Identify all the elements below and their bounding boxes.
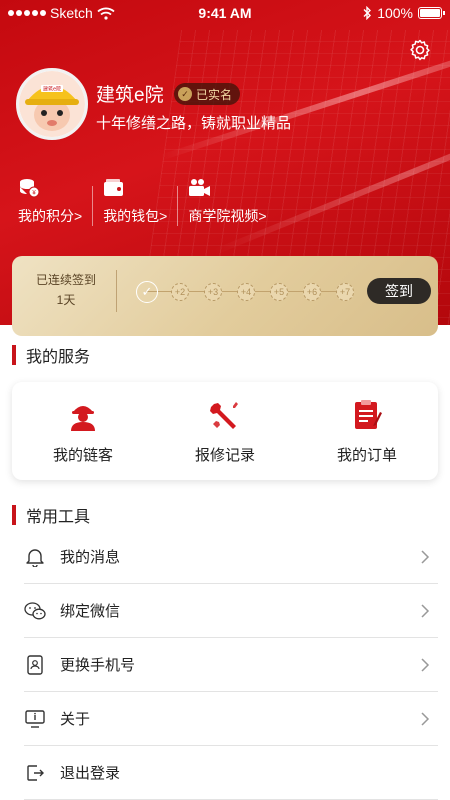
points-label: 我的积分>	[18, 208, 83, 224]
username: 建筑e院	[96, 85, 164, 106]
list-item-logout[interactable]: 退出登录	[24, 746, 438, 800]
streak-label: 已连续签到	[35, 273, 96, 287]
worker-avatar-icon: 建筑e院	[19, 71, 85, 137]
slogan: 十年修缮之路，铸就职业精品	[96, 115, 292, 132]
services-title: 我的服务	[12, 343, 90, 367]
tools-icon	[210, 402, 238, 429]
signin-progress: ✓ +2 +3 +4 +5 +6 +7	[136, 281, 356, 303]
wechat-icon	[24, 601, 46, 619]
service-customers[interactable]: 我的链客	[12, 382, 154, 480]
bind-wechat-label: 绑定微信	[60, 603, 121, 620]
video-label: 商学院视频>	[188, 208, 267, 224]
tools-list: 我的消息 绑定微信 更换手机号 关于 退出登录	[24, 530, 438, 800]
wallet-icon	[104, 179, 124, 196]
order-icon	[355, 400, 382, 429]
verified-icon: ✓	[178, 87, 192, 101]
bell-icon	[26, 548, 44, 567]
list-item-bind-wechat[interactable]: 绑定微信	[24, 584, 438, 638]
clock: 9:41 AM	[198, 5, 252, 21]
coins-icon: ¥	[20, 179, 40, 198]
video-link[interactable]: 商学院视频>	[188, 178, 267, 234]
messages-label: 我的消息	[60, 549, 121, 566]
divider	[92, 186, 94, 226]
wallet-link[interactable]: 我的钱包>	[103, 178, 167, 234]
logout-label: 退出登录	[60, 765, 121, 782]
signin-step: +4	[237, 283, 255, 301]
video-camera-icon	[189, 179, 211, 196]
verified-label: 已实名	[196, 87, 233, 102]
chevron-right-icon	[421, 603, 430, 618]
service-customers-label: 我的链客	[52, 447, 113, 464]
signin-step: +2	[171, 283, 189, 301]
checkmark-icon: ✓	[136, 281, 158, 303]
about-label: 关于	[60, 711, 91, 728]
info-icon	[25, 709, 45, 728]
verified-badge: ✓ 已实名	[174, 83, 241, 105]
signin-step: +5	[270, 283, 288, 301]
list-item-about[interactable]: 关于	[24, 692, 438, 746]
streak-info: 已连续签到 1天	[26, 270, 106, 310]
divider	[116, 270, 117, 312]
worker-icon	[71, 406, 95, 431]
service-repair-label: 报修记录	[194, 447, 255, 464]
services-card: 我的链客 报修记录 我的订单	[12, 382, 438, 480]
status-bar: Sketch 9:41 AM 100%	[0, 0, 450, 26]
service-orders[interactable]: 我的订单	[296, 382, 438, 480]
points-link[interactable]: ¥ 我的积分>	[0, 178, 82, 234]
service-repair-records[interactable]: 报修记录	[154, 382, 296, 480]
signin-button[interactable]: 签到	[367, 278, 431, 304]
wallet-label: 我的钱包>	[103, 208, 168, 224]
logout-icon	[27, 764, 44, 781]
chevron-right-icon	[421, 549, 430, 564]
streak-days: 1天	[56, 293, 76, 307]
signin-step: +6	[303, 283, 321, 301]
battery-icon	[418, 7, 445, 19]
phone-icon	[27, 654, 43, 675]
signin-card: 已连续签到 1天 ✓ +2 +3 +4 +5 +6 +7 签到	[12, 256, 438, 336]
list-item-messages[interactable]: 我的消息	[24, 530, 438, 584]
helmet-label: 建筑e院	[43, 86, 61, 93]
quick-links: ¥ 我的积分> 我的钱包> 商学院视频>	[0, 178, 450, 234]
main-content: 我的服务 我的链客 报修记录 我的订单 常用工具 我的消息 绑定微信 更换手机号…	[0, 325, 450, 800]
chevron-right-icon	[421, 711, 430, 726]
list-item-change-phone[interactable]: 更换手机号	[24, 638, 438, 692]
avatar[interactable]: 建筑e院	[16, 68, 88, 140]
chevron-right-icon	[421, 657, 430, 672]
tools-title: 常用工具	[12, 503, 90, 527]
service-orders-label: 我的订单	[336, 447, 397, 464]
divider	[177, 186, 179, 226]
gear-icon[interactable]	[408, 38, 432, 62]
change-phone-label: 更换手机号	[60, 657, 136, 674]
signin-step: +7	[336, 283, 354, 301]
signin-step: +3	[204, 283, 222, 301]
